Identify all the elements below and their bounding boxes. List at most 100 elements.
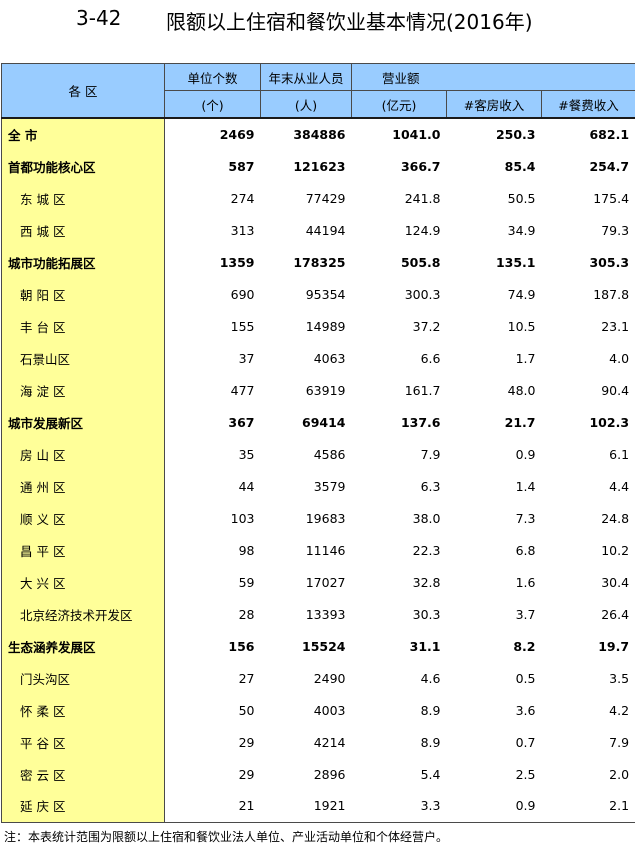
cell-name: 全 市 [1,117,165,150]
header-employees: 年末从业人员 [260,63,352,91]
cell-name: 海 淀 区 [1,374,165,406]
cell-revenue: 8.9 [420,702,441,718]
cell-food: 6.1 [541,438,635,470]
cell-revenue: 505.8 [400,254,441,270]
cell-units: 313 [230,222,255,238]
cell-room: 50.5 [507,190,536,206]
cell-units: 37 [238,350,255,366]
cell-employees: 19683 [305,510,346,526]
cell-revenue: 137.6 [400,414,441,430]
cell-revenue: 6.6 [420,350,441,366]
table-row: 生态涵养发展区 156 15524 31.1 8.2 19.7 [1,630,635,662]
cell-food: 90.4 [541,374,635,406]
header-units: 单位个数 [164,63,261,91]
table-row: 密 云 区 29 2896 5.4 2.5 2.0 [1,758,635,790]
header-food-revenue: #餐费收入 [540,90,635,119]
table-row: 城市功能拓展区 1359 178325 505.8 135.1 305.3 [1,246,635,278]
cell-room: 0.9 [446,790,542,823]
cell-units: 1359 [219,254,255,270]
cell-employees: 77429 [305,190,346,206]
cell-units: 59 [238,574,255,590]
table-row: 西 城 区 313 44194 124.9 34.9 79.3 [1,214,635,246]
cell-name: 平 谷 区 [1,726,165,758]
table-body: 全 市 2469 384886 1041.0 250.3 682.1 首都功能核心区 587 1… [1,117,635,823]
table-row: 大 兴 区 59 17027 32.8 1.6 30.4 [1,566,635,598]
cell-employees: 11146 [305,542,346,558]
cell-units: 29 [238,734,255,750]
cell-room: 6.8 [515,542,536,558]
cell-revenue: 7.9 [420,446,441,462]
cell-employees: 95354 [305,286,346,302]
cell-employees: 4214 [313,734,346,750]
cell-employees: 1921 [260,790,352,823]
cell-name: 城市发展新区 [1,406,165,438]
cell-revenue: 22.3 [412,542,441,558]
cell-revenue: 4.6 [420,670,441,686]
cell-name: 北京经济技术开发区 [1,598,165,630]
cell-units: 274 [230,190,255,206]
cell-name: 延 庆 区 [1,790,165,823]
cell-name: 朝 阳 区 [1,278,165,310]
header-revenue-unit: (亿元) [351,90,447,119]
table-title: 限额以上住宿和餐饮业基本情况(2016年) [166,10,533,34]
cell-room: 0.7 [515,734,536,750]
cell-units: 155 [230,318,255,334]
cell-units: 44 [238,478,255,494]
header-area: 各 区 [1,63,165,119]
cell-food: 79.3 [541,214,635,246]
header-revenue-label: 营业额 [382,70,420,86]
cell-employees: 44194 [305,222,346,238]
footnote: 注：本表统计范围为限额以上住宿和餐饮业法人单位、产业活动单位和个体经营户。 [4,830,449,844]
cell-revenue: 31.1 [409,638,441,654]
cell-revenue: 37.2 [412,318,441,334]
header-revenue: 营业额 [350,63,635,91]
cell-employees: 4003 [313,702,346,718]
cell-name: 东 城 区 [1,182,165,214]
cell-food: 24.8 [541,502,635,534]
cell-employees: 384886 [260,117,352,150]
cell-room: 48.0 [507,382,536,398]
cell-revenue: 30.3 [412,606,441,622]
table-row: 海 淀 区 477 63919 161.7 48.0 90.4 [1,374,635,406]
cell-name: 昌 平 区 [1,534,165,566]
table-row: 北京经济技术开发区 28 13393 30.3 3.7 26.4 [1,598,635,630]
cell-units: 50 [238,702,255,718]
cell-room: 2.5 [515,766,536,782]
cell-name: 首都功能核心区 [1,150,165,182]
cell-room: 1.4 [515,478,536,494]
cell-food: 175.4 [541,182,635,214]
header-units-unit: (个) [164,90,261,119]
cell-food: 19.7 [541,630,635,662]
cell-room: 21.7 [504,414,536,430]
cell-food: 10.2 [541,534,635,566]
cell-units: 29 [238,766,255,782]
cell-room: 74.9 [507,286,536,302]
cell-units: 367 [228,414,255,430]
cell-food: 2.0 [541,758,635,790]
header-room-revenue: #客房收入 [446,90,542,119]
cell-room: 250.3 [446,117,542,150]
cell-revenue: 161.7 [404,382,441,398]
cell-units: 156 [228,638,255,654]
cell-room: 85.4 [504,158,536,174]
cell-units: 98 [238,542,255,558]
cell-employees: 69414 [302,414,346,430]
cell-food: 682.1 [541,117,635,150]
page-title: 3-42 限额以上住宿和餐饮业基本情况(2016年) [0,6,635,34]
cell-revenue: 124.9 [404,222,441,238]
cell-room: 0.9 [515,446,536,462]
cell-food: 4.2 [541,694,635,726]
table-row: 怀 柔 区 50 4003 8.9 3.6 4.2 [1,694,635,726]
cell-name: 通 州 区 [1,470,165,502]
cell-food: 23.1 [541,310,635,342]
cell-units: 21 [164,790,261,823]
cell-name: 大 兴 区 [1,566,165,598]
cell-employees: 13393 [305,606,346,622]
cell-revenue: 1041.0 [351,117,447,150]
cell-units: 35 [238,446,255,462]
cell-room: 0.5 [515,670,536,686]
table-row: 顺 义 区 103 19683 38.0 7.3 24.8 [1,502,635,534]
cell-food: 30.4 [541,566,635,598]
cell-employees: 14989 [305,318,346,334]
cell-food: 187.8 [541,278,635,310]
